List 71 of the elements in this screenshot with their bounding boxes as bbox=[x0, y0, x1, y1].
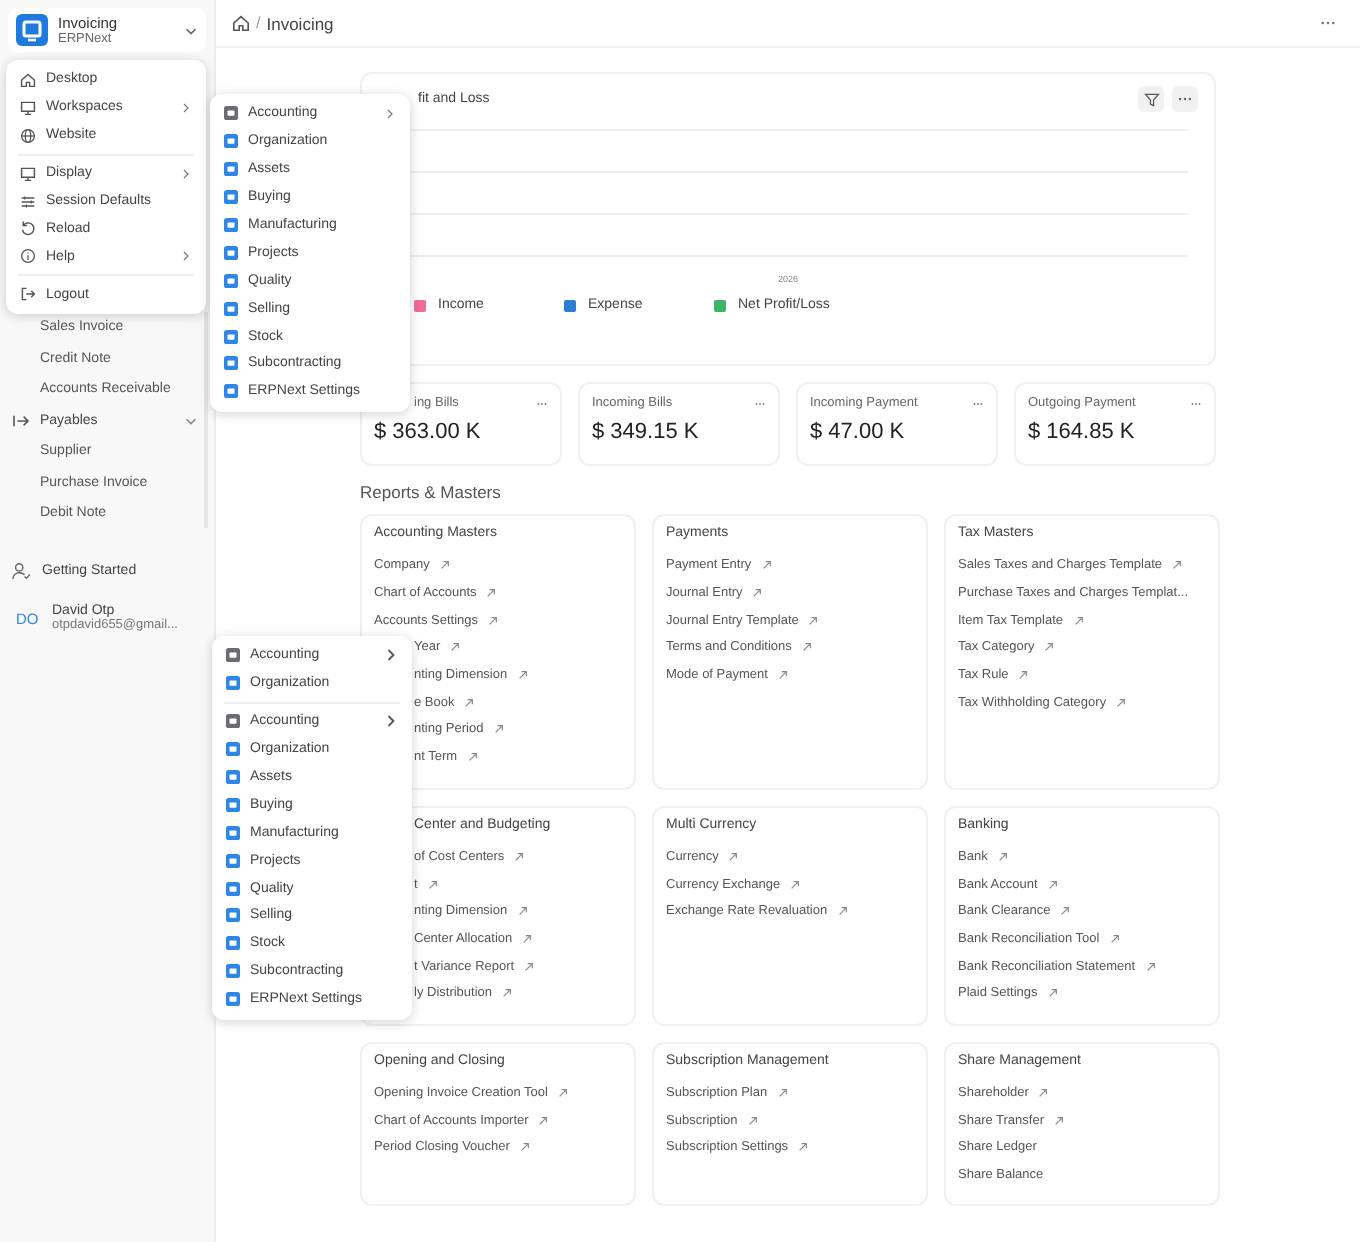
info-icon bbox=[20, 248, 36, 265]
external-arrow-icon bbox=[493, 724, 504, 735]
external-arrow-icon bbox=[801, 642, 812, 653]
breadcrumb-separator: / bbox=[256, 14, 261, 32]
external-arrow-icon bbox=[1172, 560, 1183, 571]
user-check-icon bbox=[12, 561, 30, 579]
external-arrow-icon bbox=[790, 879, 801, 890]
external-arrow-icon bbox=[1038, 1087, 1049, 1098]
arrow-right-icon bbox=[12, 413, 30, 428]
external-arrow-icon bbox=[1116, 697, 1127, 708]
external-arrow-icon bbox=[728, 851, 739, 862]
external-arrow-icon bbox=[761, 560, 772, 571]
filter-button[interactable] bbox=[1138, 86, 1164, 112]
external-arrow-icon bbox=[1044, 642, 1055, 653]
external-arrow-icon bbox=[557, 1087, 568, 1098]
number-card-value: $ 47.00 K bbox=[810, 420, 907, 444]
external-arrow-icon bbox=[524, 961, 535, 972]
home-icon[interactable] bbox=[232, 14, 250, 32]
filter-icon bbox=[1143, 91, 1159, 107]
number-card-value: $ 164.85 K bbox=[1028, 420, 1137, 444]
external-arrow-icon bbox=[1018, 670, 1029, 681]
external-arrow-icon bbox=[486, 588, 497, 599]
app-logo-icon bbox=[16, 14, 48, 46]
chevron-right-icon bbox=[386, 107, 394, 120]
chevron-right-icon bbox=[182, 167, 190, 180]
external-arrow-icon bbox=[1047, 879, 1058, 890]
chevron-right-icon bbox=[182, 101, 190, 114]
external-arrow-icon bbox=[798, 1142, 809, 1153]
external-arrow-icon bbox=[538, 1115, 549, 1126]
external-arrow-icon bbox=[464, 697, 475, 708]
external-arrow-icon bbox=[808, 615, 819, 626]
external-arrow-icon bbox=[747, 1115, 758, 1126]
external-arrow-icon bbox=[517, 670, 528, 681]
external-arrow-icon bbox=[1109, 933, 1120, 944]
chevron-right-icon bbox=[386, 648, 396, 663]
external-arrow-icon bbox=[467, 752, 478, 763]
external-arrow-icon bbox=[1047, 988, 1058, 999]
number-card-value: $ 363.00 K bbox=[374, 420, 483, 444]
external-arrow-icon bbox=[514, 851, 525, 862]
external-arrow-icon bbox=[450, 642, 461, 653]
chevron-right-icon bbox=[182, 250, 190, 263]
external-arrow-icon bbox=[427, 879, 438, 890]
monitor-icon bbox=[20, 99, 36, 116]
external-arrow-icon bbox=[777, 1087, 788, 1098]
logout-icon bbox=[20, 286, 36, 303]
external-arrow-icon bbox=[1145, 961, 1156, 972]
external-arrow-icon bbox=[837, 906, 848, 917]
more-icon[interactable] bbox=[1320, 20, 1336, 26]
external-arrow-icon bbox=[997, 851, 1008, 862]
external-arrow-icon bbox=[502, 988, 513, 999]
number-card-value: $ 349.15 K bbox=[592, 420, 701, 444]
external-arrow-icon bbox=[488, 615, 499, 626]
external-arrow-icon bbox=[777, 670, 788, 681]
monitor-icon bbox=[20, 165, 36, 182]
external-arrow-icon bbox=[1054, 1115, 1064, 1126]
reload-icon bbox=[20, 220, 36, 237]
sliders-icon bbox=[20, 193, 36, 209]
external-arrow-icon bbox=[752, 588, 763, 599]
section-title: Reports & Masters bbox=[360, 482, 503, 502]
globe-icon bbox=[20, 127, 36, 144]
more-icon bbox=[1178, 96, 1192, 102]
external-arrow-icon bbox=[519, 1142, 530, 1153]
external-arrow-icon bbox=[522, 933, 533, 944]
home-icon bbox=[20, 71, 36, 88]
chevron-down-icon bbox=[184, 23, 198, 37]
chevron-right-icon bbox=[386, 714, 396, 729]
breadcrumb-current: Invoicing bbox=[266, 13, 336, 33]
external-arrow-icon bbox=[1073, 615, 1084, 626]
external-arrow-icon bbox=[1060, 906, 1071, 917]
external-arrow-icon bbox=[517, 906, 528, 917]
external-arrow-icon bbox=[439, 560, 450, 571]
